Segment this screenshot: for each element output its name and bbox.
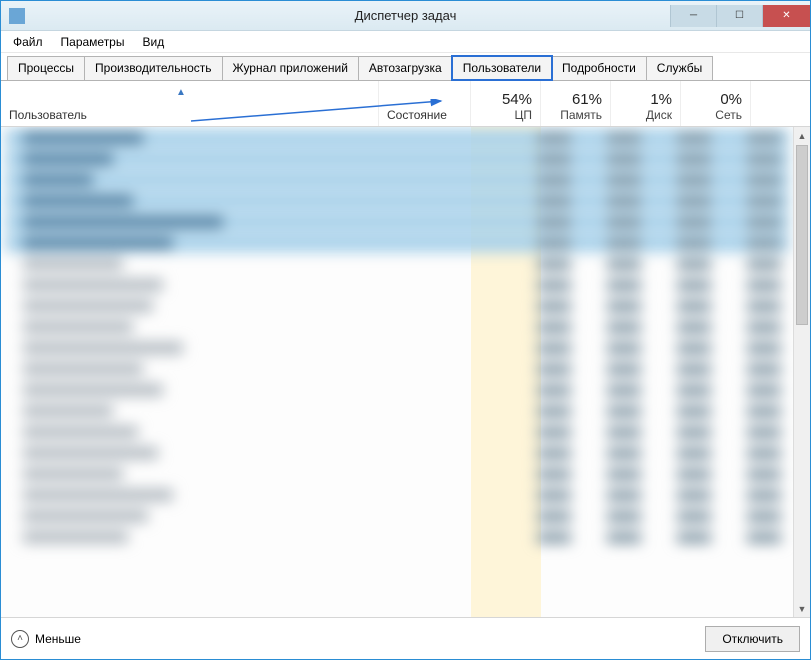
- fewer-label: Меньше: [35, 632, 81, 646]
- fewer-details-button[interactable]: ˄ Меньше: [11, 630, 81, 648]
- scroll-up-icon[interactable]: ▲: [794, 127, 810, 144]
- tab-apphistory[interactable]: Журнал приложений: [222, 56, 359, 80]
- column-user[interactable]: Пользователь: [1, 81, 379, 126]
- vertical-scrollbar[interactable]: ▲ ▼: [793, 127, 810, 617]
- tab-startup[interactable]: Автозагрузка: [358, 56, 453, 80]
- minimize-button[interactable]: ─: [670, 5, 716, 27]
- footer: ˄ Меньше Отключить: [1, 617, 810, 659]
- chevron-up-icon: ˄: [11, 630, 29, 648]
- menu-options[interactable]: Параметры: [53, 33, 133, 51]
- tab-details[interactable]: Подробности: [551, 56, 647, 80]
- cpu-percent: 54%: [502, 91, 532, 108]
- window-controls: ─ ☐ ✕: [670, 5, 810, 27]
- tabbar: Процессы Производительность Журнал прило…: [1, 53, 810, 81]
- tab-users[interactable]: Пользователи: [452, 56, 552, 80]
- network-label: Сеть: [715, 108, 742, 122]
- tab-services[interactable]: Службы: [646, 56, 713, 80]
- titlebar[interactable]: Диспетчер задач ─ ☐ ✕: [1, 1, 810, 31]
- task-manager-window: Диспетчер задач ─ ☐ ✕ Файл Параметры Вид…: [0, 0, 811, 660]
- tab-performance[interactable]: Производительность: [84, 56, 222, 80]
- disk-percent: 1%: [650, 91, 672, 108]
- disk-label: Диск: [646, 108, 672, 122]
- column-cpu[interactable]: 54% ЦП: [471, 81, 541, 126]
- disconnect-button[interactable]: Отключить: [705, 626, 800, 652]
- column-memory[interactable]: 61% Память: [541, 81, 611, 126]
- users-list-area: ▲ ▼: [1, 127, 810, 617]
- maximize-button[interactable]: ☐: [716, 5, 762, 27]
- column-network[interactable]: 0% Сеть: [681, 81, 751, 126]
- column-state[interactable]: Состояние: [379, 81, 471, 126]
- column-disk[interactable]: 1% Диск: [611, 81, 681, 126]
- cpu-label: ЦП: [514, 108, 532, 122]
- network-percent: 0%: [720, 91, 742, 108]
- column-headers: ▲ Пользователь Состояние 54% ЦП 61% Памя…: [1, 81, 810, 127]
- scroll-thumb[interactable]: [796, 145, 808, 325]
- sort-indicator-icon: ▲: [176, 87, 186, 98]
- close-button[interactable]: ✕: [762, 5, 810, 27]
- blurred-content: [1, 127, 793, 617]
- memory-label: Память: [560, 108, 602, 122]
- menu-view[interactable]: Вид: [134, 33, 172, 51]
- scroll-down-icon[interactable]: ▼: [794, 600, 810, 617]
- column-user-label: Пользователь: [9, 108, 370, 122]
- menubar: Файл Параметры Вид: [1, 31, 810, 53]
- column-state-label: Состояние: [387, 108, 462, 122]
- app-icon: [9, 8, 25, 24]
- menu-file[interactable]: Файл: [5, 33, 51, 51]
- tab-processes[interactable]: Процессы: [7, 56, 85, 80]
- memory-percent: 61%: [572, 91, 602, 108]
